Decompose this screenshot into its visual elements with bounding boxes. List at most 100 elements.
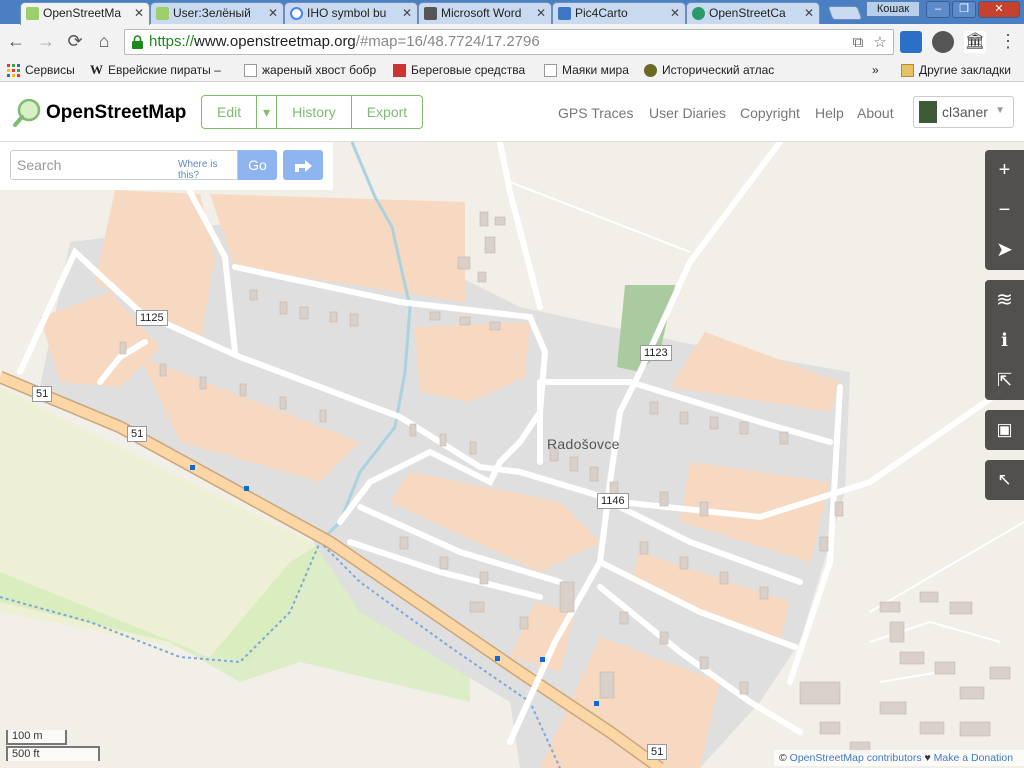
window-user-badge[interactable]: Кошак (866, 1, 920, 17)
bookmark-pirates[interactable]: W Еврейские пираты – (90, 63, 221, 77)
map-tiles[interactable] (0, 142, 1024, 768)
zoom-controls: + − ➤ (985, 150, 1024, 270)
browser-tab-word[interactable]: Microsoft Word ✕ (418, 2, 552, 24)
road-ref-1146: 1146 (597, 493, 629, 509)
bookmark-beaver[interactable]: жареный хвост бобр (244, 63, 376, 77)
tab-title: OpenStreetCa (709, 6, 786, 20)
extension-globe-icon[interactable] (932, 31, 954, 53)
minimize-window-icon[interactable]: – (926, 1, 950, 18)
atlas-icon (644, 64, 657, 77)
edit-dropdown-caret-icon[interactable]: ▾ (257, 96, 278, 128)
home-icon[interactable]: ⌂ (92, 30, 116, 54)
query-features-cursor-icon[interactable]: ↖ (985, 460, 1024, 500)
back-arrow-icon[interactable]: ← (4, 30, 28, 54)
username: cl3aner (942, 104, 988, 120)
layer-controls: ≋ ℹ ⇱ (985, 280, 1024, 400)
bookmark-other[interactable]: Другие закладки (901, 63, 1011, 77)
forward-arrow-icon[interactable]: → (34, 30, 58, 54)
road-ref-51: 51 (32, 386, 53, 402)
road-ref-51: 51 (127, 426, 148, 442)
osm-logo-magnifier-icon[interactable] (12, 98, 42, 128)
road-ref-51: 51 (647, 744, 668, 760)
layers-icon[interactable]: ≋ (985, 280, 1024, 320)
reload-icon[interactable]: ⟳ (63, 30, 87, 54)
go-button[interactable]: Go (238, 150, 277, 180)
apps-grid-icon (7, 64, 20, 77)
browser-navbar: ← → ⟳ ⌂ https://www.openstreetmap.org/#m… (0, 24, 1024, 60)
query-controls: ↖ (985, 460, 1024, 500)
edit-button[interactable]: Edit (202, 96, 258, 128)
osm-contributors-link[interactable]: OpenStreetMap contributors (790, 752, 922, 764)
browser-tab-pic4carto[interactable]: Pic4Carto ✕ (552, 2, 686, 24)
attribution: © OpenStreetMap contributors ♥ Make a Do… (774, 750, 1024, 766)
close-tab-icon[interactable]: ✕ (134, 3, 144, 24)
make-donation-link[interactable]: Make a Donation (934, 752, 1013, 764)
close-window-icon[interactable]: ✕ (978, 1, 1020, 18)
note-controls: ▣ (985, 410, 1024, 450)
scale-metric: 100 m (6, 730, 67, 745)
map-canvas[interactable]: Radošovce 1125 1123 1146 51 51 51 (0, 142, 1024, 768)
abc-icon (393, 64, 406, 77)
edit-history-export-group: Edit ▾ History Export (201, 95, 424, 129)
browser-tab-user[interactable]: User:Зелёный ✕ (150, 2, 284, 24)
export-button[interactable]: Export (352, 96, 422, 128)
osm-favicon-icon (156, 7, 169, 20)
bookmarks-overflow-chevron-icon[interactable]: » (872, 63, 879, 77)
zoom-out-icon[interactable]: − (985, 190, 1024, 230)
nav-link-gps-traces[interactable]: GPS Traces (558, 105, 633, 121)
folder-icon (901, 64, 914, 77)
browser-tab-osm[interactable]: OpenStreetMa ✕ (20, 2, 150, 25)
restore-window-icon[interactable]: ❐ (952, 1, 976, 18)
road-ref-1123: 1123 (640, 345, 672, 361)
extension-window-icon[interactable] (900, 31, 922, 53)
nav-link-help[interactable]: Help (815, 105, 844, 121)
globe-favicon-icon (692, 7, 705, 20)
close-tab-icon[interactable]: ✕ (402, 3, 412, 24)
browser-tab-iho[interactable]: IHO symbol bu ✕ (284, 2, 418, 24)
zoom-in-icon[interactable]: + (985, 150, 1024, 190)
address-bar[interactable]: https://www.openstreetmap.org/#map=16/48… (124, 29, 894, 55)
bookmark-historical-atlas[interactable]: Исторический атлас (644, 63, 774, 77)
close-tab-icon[interactable]: ✕ (804, 3, 814, 24)
page-icon (244, 64, 257, 77)
info-icon[interactable]: ℹ (985, 320, 1024, 360)
browser-tab-openstreetcam[interactable]: OpenStreetCa ✕ (686, 2, 820, 24)
locate-arrow-icon[interactable]: ➤ (985, 230, 1024, 270)
osm-favicon-icon (26, 7, 39, 20)
chrome-menu-icon[interactable]: ⋮ (996, 30, 1020, 54)
nav-link-user-diaries[interactable]: User Diaries (649, 105, 726, 121)
extension-museum-icon[interactable]: 🏛 (964, 31, 986, 53)
search-input[interactable] (11, 151, 171, 179)
search-box: Where is this? (10, 150, 238, 181)
close-tab-icon[interactable]: ✕ (536, 3, 546, 24)
star-bookmark-icon[interactable]: ☆ (871, 34, 889, 52)
lock-icon (132, 35, 143, 49)
new-tab-button[interactable] (827, 6, 863, 20)
bookmark-services[interactable]: Сервисы (7, 63, 75, 77)
close-tab-icon[interactable]: ✕ (268, 3, 278, 24)
tab-title: User:Зелёный (173, 6, 251, 20)
page-icon (544, 64, 557, 77)
site-title[interactable]: OpenStreetMap (46, 102, 186, 124)
nav-link-about[interactable]: About (857, 105, 894, 121)
scale-imperial: 500 ft (6, 746, 100, 761)
nav-link-copyright[interactable]: Copyright (740, 105, 800, 121)
road-ref-1125: 1125 (136, 310, 168, 326)
bookmarks-bar: Сервисы W Еврейские пираты – жареный хво… (0, 60, 1024, 82)
bookmark-coastal[interactable]: Береговые средства (393, 63, 525, 77)
directions-button[interactable] (283, 150, 323, 180)
google-favicon-icon (290, 7, 303, 20)
translate-icon[interactable]: ⧉ (849, 34, 867, 52)
bookmark-lighthouses[interactable]: Маяки мира (544, 63, 629, 77)
heart-icon: ♥ (924, 752, 931, 764)
chevron-down-icon: ▼ (995, 105, 1005, 116)
avatar (919, 101, 937, 123)
history-button[interactable]: History (277, 96, 352, 128)
wikipedia-icon: W (90, 62, 103, 77)
add-note-icon[interactable]: ▣ (985, 410, 1024, 450)
user-menu[interactable]: cl3aner ▼ (913, 96, 1014, 128)
share-icon[interactable]: ⇱ (985, 360, 1024, 400)
close-tab-icon[interactable]: ✕ (670, 3, 680, 24)
directions-arrow-icon (295, 160, 312, 172)
where-is-this-link[interactable]: Where is this? (178, 159, 237, 181)
